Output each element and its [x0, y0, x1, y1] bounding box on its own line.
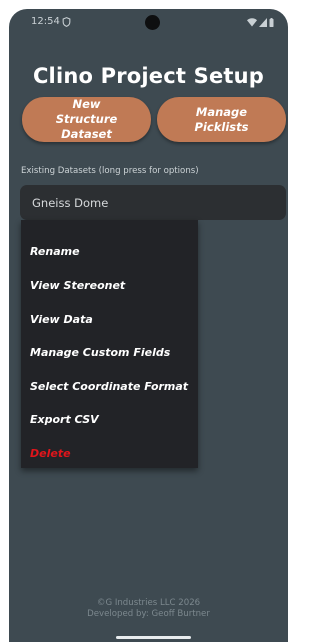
wifi-icon [247, 17, 257, 26]
dataset-name: Gneiss Dome [32, 196, 109, 210]
new-structure-dataset-button[interactable]: New Structure Dataset [22, 97, 151, 142]
camera-cutout [145, 15, 160, 30]
menu-item-select-coordinate-format[interactable]: Select Coordinate Format [30, 380, 188, 393]
system-icons [247, 17, 274, 27]
context-menu: Rename View Stereonet View Data Manage C… [21, 220, 198, 468]
existing-datasets-label: Existing Datasets (long press for option… [21, 166, 199, 176]
manage-picklists-button[interactable]: Manage Picklists [157, 97, 286, 142]
shield-icon [62, 17, 71, 27]
battery-icon [269, 17, 274, 27]
signal-icon [259, 17, 267, 27]
menu-item-manage-custom-fields[interactable]: Manage Custom Fields [30, 346, 170, 359]
menu-item-delete[interactable]: Delete [30, 447, 71, 460]
menu-item-rename[interactable]: Rename [30, 245, 80, 258]
footer-copyright: ©G Industries LLC 2026 [96, 598, 201, 608]
menu-item-view-data[interactable]: View Data [30, 313, 93, 326]
menu-item-export-csv[interactable]: Export CSV [30, 413, 99, 426]
gesture-home-bar[interactable] [116, 636, 191, 639]
app-screen: 12:54 Clino Project Setup New Structure … [9, 9, 288, 642]
page-title: Clino Project Setup [32, 64, 265, 88]
footer-developer: Developed by: Geoff Burtner [87, 609, 210, 619]
menu-item-view-stereonet[interactable]: View Stereonet [30, 279, 125, 292]
manage-picklists-label: Manage Picklists [194, 104, 249, 134]
status-bar: 12:54 [9, 9, 288, 39]
new-structure-dataset-label: New Structure Dataset [55, 97, 118, 141]
status-time: 12:54 [31, 16, 60, 27]
dataset-item-gneiss-dome[interactable]: Gneiss Dome [20, 185, 286, 220]
